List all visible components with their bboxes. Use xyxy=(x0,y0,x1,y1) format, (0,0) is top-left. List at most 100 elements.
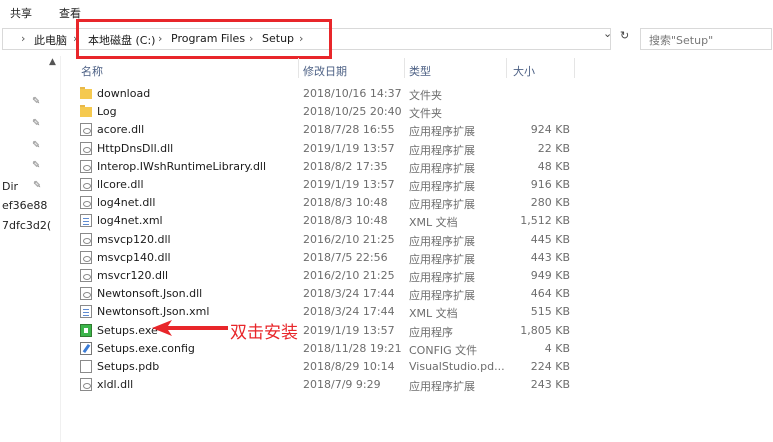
pin-icon: ✎ xyxy=(32,96,41,107)
file-name: msvcr120.dll xyxy=(97,269,169,282)
file-type: 应用程序扩展 xyxy=(409,271,475,284)
file-type: 应用程序扩展 xyxy=(409,180,475,193)
file-row[interactable]: xldl.dll 2018/7/9 9:29 应用程序扩展 243 KB xyxy=(76,376,596,394)
ribbon-tab-share[interactable]: 共享 xyxy=(10,5,32,21)
breadcrumb-this-pc[interactable]: 此电脑 xyxy=(34,32,67,48)
file-date: 2019/1/19 13:57 xyxy=(303,323,395,337)
file-type: 应用程序扩展 xyxy=(409,234,475,248)
column-header-size[interactable]: 大小 xyxy=(513,63,535,79)
file-name: xldl.dll xyxy=(97,378,134,392)
file-date: 2018/8/3 10:48 xyxy=(303,214,388,228)
file-name: Newtonsoft.Json.dll xyxy=(97,287,203,301)
file-date: 2018/7/28 16:55 xyxy=(303,123,395,137)
file-type: 应用程序扩展 xyxy=(409,198,475,212)
file-type: 应用程序扩展 xyxy=(409,380,475,394)
file-date: 2018/11/28 19:21 xyxy=(303,341,402,355)
file-row[interactable]: Log 2018/10/25 20:40 文件夹 xyxy=(76,103,596,121)
file-date: 2018/10/16 14:37 xyxy=(303,87,402,100)
file-row[interactable]: Setups.pdb 2018/8/29 10:14 VisualStudio.pd… xyxy=(76,358,596,376)
file-row[interactable]: msvcp120.dll 2016/2/10 21:25 应用程序扩展 445 KB xyxy=(76,231,596,249)
file-size: 243 KB xyxy=(530,378,570,392)
pdb-file-icon xyxy=(80,360,92,373)
column-header-type[interactable]: 类型 xyxy=(409,63,431,79)
pin-icon: ✎ xyxy=(33,180,42,191)
file-type: 文件夹 xyxy=(409,89,442,102)
dll-file-icon xyxy=(80,196,92,210)
file-type: XML 文档 xyxy=(409,307,458,321)
pane-divider xyxy=(60,56,61,442)
file-date: 2019/1/19 13:57 xyxy=(303,141,395,155)
file-date: 2018/8/2 17:35 xyxy=(303,159,388,173)
file-type: XML 文档 xyxy=(409,216,458,230)
pin-icon: ✎ xyxy=(32,140,41,151)
file-row[interactable]: log4net.xml 2018/8/3 10:48 XML 文档 1,512 KB xyxy=(76,212,596,230)
dll-file-icon xyxy=(80,141,92,155)
file-size: 515 KB xyxy=(530,305,570,319)
file-size: 445 KB xyxy=(530,232,570,246)
file-size: 916 KB xyxy=(530,178,570,191)
file-type: 文件夹 xyxy=(409,107,442,121)
nav-item[interactable]: ef36e88 xyxy=(2,199,47,212)
file-size: 4 KB xyxy=(544,341,570,355)
file-size: 22 KB xyxy=(537,141,570,155)
file-row[interactable]: Newtonsoft.Json.dll 2018/3/24 17:44 应用程序扩展… xyxy=(76,285,596,303)
folder-icon xyxy=(80,87,92,100)
file-date: 2018/8/3 10:48 xyxy=(303,196,388,210)
file-row[interactable]: Interop.IWshRuntimeLibrary.dll 2018/8/2 1… xyxy=(76,158,596,176)
file-row[interactable]: log4net.dll 2018/8/3 10:48 应用程序扩展 280 KB xyxy=(76,194,596,212)
file-row[interactable]: msvcp140.dll 2018/7/5 22:56 应用程序扩展 443 KB xyxy=(76,249,596,267)
file-type: 应用程序扩展 xyxy=(409,161,475,175)
file-row[interactable]: download 2018/10/16 14:37 文件夹 xyxy=(76,85,596,103)
file-size: 280 KB xyxy=(530,196,570,210)
file-size: 1,805 KB xyxy=(520,323,570,337)
pin-icon: ✎ xyxy=(32,118,41,129)
file-date: 2018/3/24 17:44 xyxy=(303,305,395,319)
pin-icon: ✎ xyxy=(32,160,41,171)
file-size: 924 KB xyxy=(530,123,570,137)
file-name: download xyxy=(97,87,151,100)
chevron-right-icon: › xyxy=(21,32,26,45)
file-row[interactable]: msvcr120.dll 2016/2/10 21:25 应用程序扩展 949 KB xyxy=(76,267,596,285)
refresh-icon[interactable]: ↻ xyxy=(620,29,629,42)
file-size: 224 KB xyxy=(530,360,570,373)
nav-item[interactable]: Dir xyxy=(2,180,18,193)
file-name: log4net.dll xyxy=(97,196,156,210)
file-name: Interop.IWshRuntimeLibrary.dll xyxy=(97,159,267,173)
dll-file-icon xyxy=(80,232,92,246)
file-type: 应用程序 xyxy=(409,325,453,339)
column-divider[interactable] xyxy=(298,58,299,78)
dll-file-icon xyxy=(80,250,92,264)
file-size: 48 KB xyxy=(537,159,570,173)
search-placeholder: 搜索"Setup" xyxy=(649,34,714,47)
file-date: 2018/8/29 10:14 xyxy=(303,360,395,373)
column-header-date[interactable]: 修改日期 xyxy=(303,63,347,79)
column-divider[interactable] xyxy=(574,58,575,78)
xml-file-icon xyxy=(80,305,92,319)
nav-item[interactable]: 7dfc3d2( xyxy=(2,219,51,232)
file-date: 2018/7/5 22:56 xyxy=(303,250,388,264)
column-divider[interactable] xyxy=(404,58,405,78)
search-box[interactable]: 搜索"Setup" xyxy=(640,28,772,50)
dll-file-icon xyxy=(80,123,92,137)
dll-file-icon xyxy=(80,178,92,191)
file-type: 应用程序扩展 xyxy=(409,289,475,303)
file-row[interactable]: acore.dll 2018/7/28 16:55 应用程序扩展 924 KB xyxy=(76,121,596,139)
xml-file-icon xyxy=(80,214,92,228)
file-row[interactable]: Setups.exe.config 2018/11/28 19:21 CONFIG … xyxy=(76,340,596,358)
file-row[interactable]: llcore.dll 2019/1/19 13:57 应用程序扩展 916 KB xyxy=(76,176,596,194)
file-name: Setups.exe.config xyxy=(97,341,195,355)
file-name: HttpDnsDll.dll xyxy=(97,141,174,155)
file-type: 应用程序扩展 xyxy=(409,125,475,139)
column-header-name[interactable]: 名称 xyxy=(81,63,103,79)
file-type: VisualStudio.pd... xyxy=(409,360,505,373)
column-divider[interactable] xyxy=(506,58,507,78)
file-name: msvcp140.dll xyxy=(97,250,171,264)
dll-file-icon xyxy=(80,287,92,301)
dll-file-icon xyxy=(80,378,92,392)
file-size: 949 KB xyxy=(530,269,570,282)
file-date: 2018/10/25 20:40 xyxy=(303,105,402,119)
file-type: CONFIG 文件 xyxy=(409,343,478,357)
file-row[interactable]: HttpDnsDll.dll 2019/1/19 13:57 应用程序扩展 22 KB xyxy=(76,140,596,158)
file-name: llcore.dll xyxy=(97,178,144,191)
address-dropdown-icon[interactable]: ⌄ xyxy=(603,27,612,40)
